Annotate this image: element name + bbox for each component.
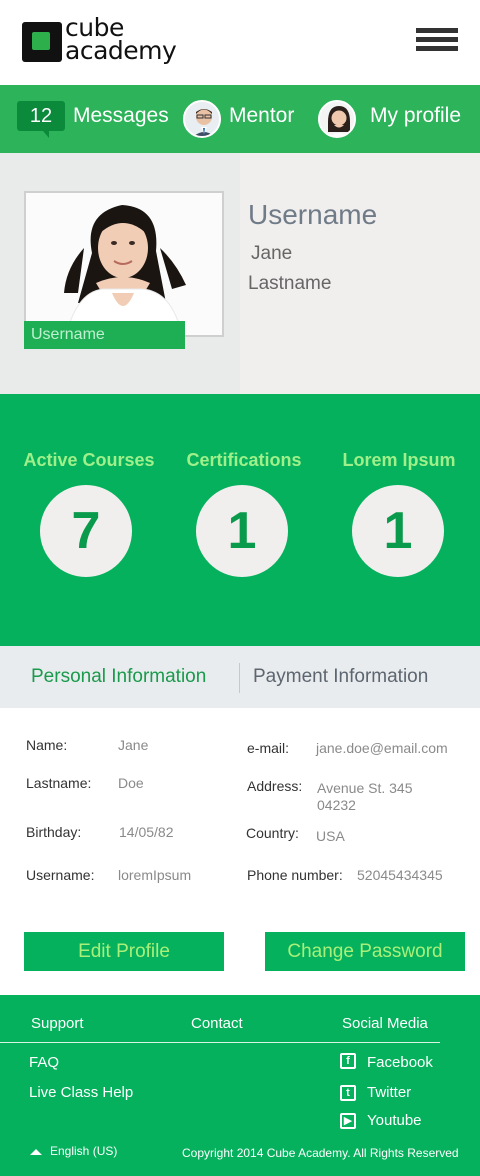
lastname-label: Lastname: — [26, 775, 92, 791]
mentor-avatar[interactable] — [183, 100, 221, 138]
phone-label: Phone number: — [247, 867, 343, 883]
stat-active-courses-label: Active Courses — [23, 450, 155, 470]
email-label: e-mail: — [247, 740, 290, 756]
logo-cube-icon — [22, 22, 62, 62]
language-label: English (US) — [50, 1144, 118, 1158]
profile-last-name: Lastname — [248, 273, 332, 294]
username-label: Username: — [26, 867, 95, 883]
my-profile-link[interactable]: My profile — [370, 103, 461, 129]
edit-profile-button[interactable]: Edit Profile — [24, 932, 224, 971]
country-label: Country: — [246, 825, 299, 841]
facebook-link[interactable]: Facebook — [367, 1054, 433, 1071]
caret-up-icon — [30, 1148, 42, 1155]
top-nav-bar: 12 Messages Mentor My profile — [0, 85, 480, 153]
personal-information-panel: Name: Jane Lastname: Doe Birthday: 14/05… — [0, 708, 480, 995]
app-header: cube academy — [0, 0, 480, 85]
country-value: USA — [316, 828, 345, 844]
profile-photo[interactable] — [24, 191, 224, 337]
info-tabs: Personal Information Payment Information — [0, 646, 480, 708]
live-class-help-link[interactable]: Live Class Help — [29, 1084, 133, 1101]
tab-personal-information[interactable]: Personal Information — [31, 666, 206, 688]
tab-payment-information[interactable]: Payment Information — [253, 666, 428, 688]
profile-summary: Username Username Jane Lastname — [0, 153, 480, 394]
messages-link[interactable]: Messages — [73, 103, 169, 129]
footer-divider — [0, 1042, 440, 1043]
messages-count-badge[interactable]: 12 — [17, 101, 65, 138]
name-label: Name: — [26, 737, 68, 753]
profile-photo-panel: Username — [0, 153, 240, 394]
youtube-link[interactable]: Youtube — [367, 1112, 422, 1129]
photo-username-caption: Username — [24, 321, 185, 349]
name-value: Jane — [118, 737, 149, 753]
youtube-icon[interactable]: ▶ — [340, 1113, 356, 1129]
footer-social-heading: Social Media — [342, 1015, 428, 1032]
profile-first-name: Jane — [251, 243, 293, 264]
address-line2: 04232 — [317, 797, 356, 813]
mentor-link[interactable]: Mentor — [229, 103, 294, 129]
footer-support-heading[interactable]: Support — [31, 1015, 84, 1032]
copyright-text: Copyright 2014 Cube Academy. All Rights … — [182, 1146, 459, 1160]
stat-active-courses-value[interactable]: 7 — [40, 485, 132, 577]
stat-lorem-ipsum-value[interactable]: 1 — [352, 485, 444, 577]
lastname-value: Doe — [118, 775, 144, 791]
hamburger-menu-icon[interactable] — [416, 28, 458, 52]
address-label: Address: — [247, 778, 303, 794]
twitter-icon[interactable]: t — [340, 1085, 356, 1101]
username-value: loremIpsum — [118, 867, 192, 883]
my-profile-avatar[interactable] — [318, 100, 356, 138]
site-footer: Support Contact Social Media FAQ Live Cl… — [0, 995, 480, 1176]
change-password-button[interactable]: Change Password — [265, 932, 465, 971]
twitter-link[interactable]: Twitter — [367, 1084, 411, 1101]
cube-academy-logo[interactable]: cube academy — [22, 15, 202, 68]
logo-text: cube academy — [65, 15, 177, 65]
facebook-icon[interactable]: f — [340, 1053, 356, 1069]
address-line1: Avenue St. 345 — [317, 780, 413, 796]
logo-line-academy: academy — [65, 36, 177, 65]
stats-panel: Active Courses 7 Certifications 1 Lorem … — [0, 394, 480, 646]
birthday-value: 14/05/82 — [119, 824, 174, 840]
email-value: jane.doe@email.com — [316, 740, 448, 756]
footer-contact-heading[interactable]: Contact — [191, 1015, 243, 1032]
stat-lorem-ipsum-label: Lorem Ipsum — [342, 450, 456, 470]
tab-divider — [239, 663, 240, 693]
birthday-label: Birthday: — [26, 824, 82, 840]
stat-certifications-value[interactable]: 1 — [196, 485, 288, 577]
stat-certifications-label: Certifications — [186, 450, 302, 470]
profile-username: Username — [248, 199, 378, 230]
faq-link[interactable]: FAQ — [29, 1054, 59, 1071]
language-selector[interactable]: English (US) — [30, 1144, 117, 1158]
phone-value: 52045434345 — [357, 867, 443, 883]
